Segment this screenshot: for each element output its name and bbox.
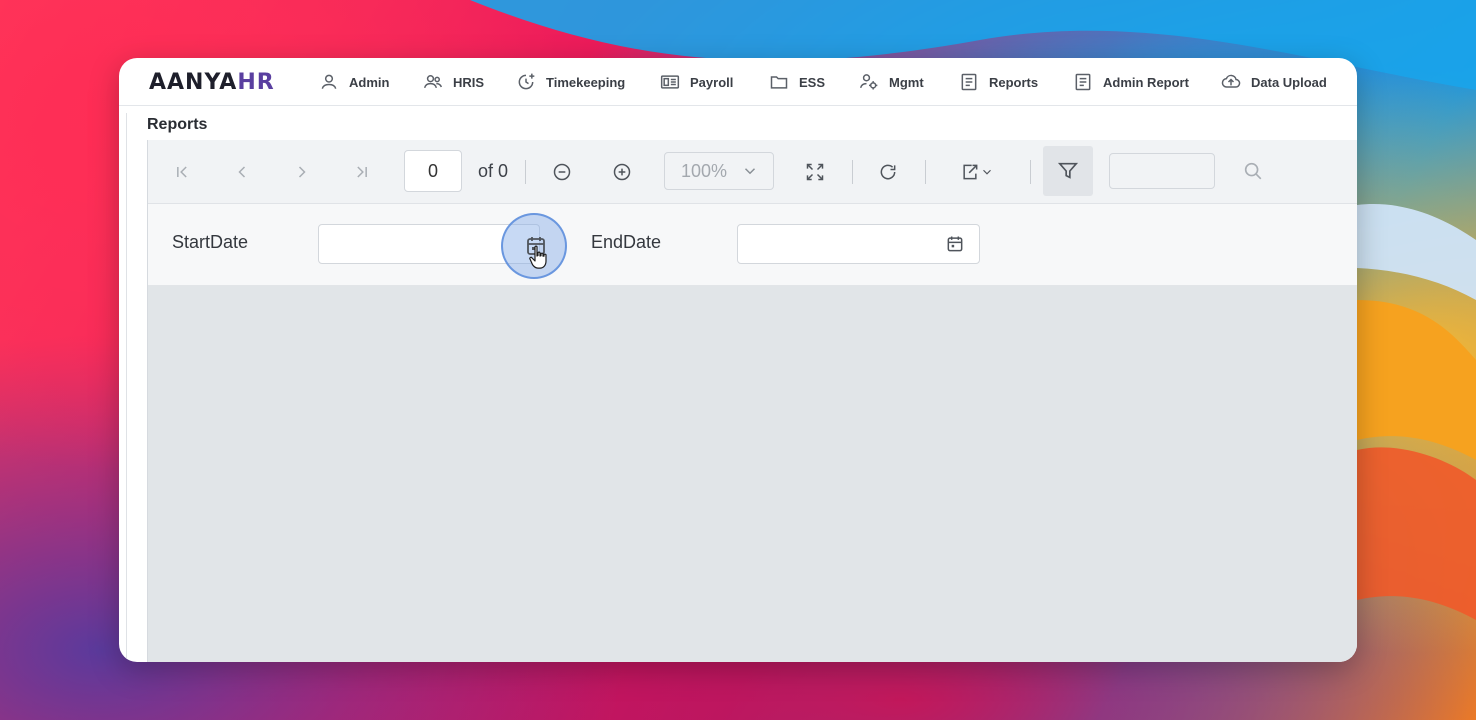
parameters-filter-button[interactable] — [1043, 146, 1093, 196]
top-navigation: AANYAHR Admin HRIS Timekeeping Payroll E… — [119, 58, 1357, 106]
chevron-right-icon — [298, 166, 306, 178]
nav-item-timekeeping[interactable]: Timekeeping — [516, 71, 625, 93]
zoom-out-icon — [553, 163, 571, 181]
report-canvas — [148, 286, 1357, 662]
nav-label: Timekeeping — [546, 74, 626, 90]
page-title: Reports — [147, 116, 208, 133]
folder-icon — [770, 76, 788, 89]
cloud-upload-icon — [1221, 74, 1241, 88]
toolbar-separator — [925, 160, 926, 184]
zoom-select[interactable]: 100% — [664, 152, 774, 190]
first-page-button[interactable] — [166, 156, 198, 188]
nav-item-payroll[interactable]: Payroll — [660, 71, 733, 93]
content-divider — [126, 113, 127, 662]
end-date-label: EndDate — [591, 232, 662, 252]
zoom-in-button[interactable] — [606, 156, 638, 188]
last-page-icon — [357, 166, 367, 178]
fullscreen-button[interactable] — [799, 156, 831, 188]
parameters-panel: StartDate EndDate — [148, 204, 1357, 286]
report-viewer: 0 of 0 100% StartDate EndDate — [147, 140, 1357, 662]
document-icon — [1075, 73, 1091, 91]
previous-page-button[interactable] — [226, 156, 258, 188]
toolbar-separator — [1030, 160, 1031, 184]
expand-icon — [806, 163, 824, 181]
filter-icon — [1057, 162, 1079, 179]
page-number-input[interactable]: 0 — [404, 150, 462, 192]
people-icon — [423, 75, 443, 89]
person-icon — [321, 74, 337, 89]
nav-label: ESS — [799, 74, 826, 90]
nav-item-admin[interactable]: Admin — [319, 71, 389, 93]
export-button[interactable] — [954, 156, 1000, 188]
nav-label: Payroll — [690, 74, 734, 90]
payroll-icon — [660, 75, 680, 89]
hand-cursor-icon — [529, 245, 547, 269]
nav-item-mgmt[interactable]: Mgmt — [859, 71, 924, 93]
zoom-value: 100% — [681, 160, 728, 181]
first-page-icon — [177, 166, 187, 178]
nav-item-data-upload[interactable]: Data Upload — [1221, 71, 1327, 93]
app-window: AANYAHR Admin HRIS Timekeeping Payroll E… — [119, 58, 1357, 662]
nav-label: HRIS — [453, 74, 485, 90]
nav-item-ess[interactable]: ESS — [769, 71, 825, 93]
toolbar-separator — [852, 160, 853, 184]
person-gear-icon — [859, 74, 878, 90]
calendar-icon[interactable] — [945, 234, 965, 254]
next-page-button[interactable] — [286, 156, 318, 188]
nav-item-admin-report[interactable]: Admin Report — [1073, 71, 1189, 93]
nav-item-reports[interactable]: Reports — [959, 71, 1038, 93]
start-date-label: StartDate — [172, 232, 249, 252]
nav-label: Data Upload — [1251, 74, 1327, 90]
nav-item-hris[interactable]: HRIS — [423, 71, 484, 93]
refresh-icon — [880, 164, 896, 180]
zoom-in-icon — [613, 163, 631, 181]
search-button[interactable] — [1242, 160, 1266, 184]
chevron-down-icon — [983, 169, 991, 175]
zoom-out-button[interactable] — [546, 156, 578, 188]
nav-label: Mgmt — [889, 74, 924, 90]
search-icon — [1244, 162, 1262, 180]
viewer-toolbar: 0 of 0 100% — [148, 140, 1357, 204]
document-icon — [961, 73, 977, 91]
end-date-input[interactable] — [737, 224, 980, 264]
chevron-left-icon — [238, 166, 246, 178]
refresh-button[interactable] — [872, 156, 904, 188]
nav-label: Reports — [989, 74, 1039, 90]
nav-label: Admin Report — [1103, 74, 1189, 90]
page-count-label: of 0 — [478, 161, 509, 181]
export-icon — [963, 164, 978, 180]
last-page-button[interactable] — [346, 156, 378, 188]
nav-label: Admin — [349, 74, 390, 90]
chevron-down-icon — [744, 168, 756, 175]
toolbar-separator — [525, 160, 526, 184]
search-input[interactable] — [1109, 153, 1215, 189]
clock-plus-icon — [518, 73, 535, 90]
app-logo[interactable]: AANYAHR — [149, 70, 275, 95]
